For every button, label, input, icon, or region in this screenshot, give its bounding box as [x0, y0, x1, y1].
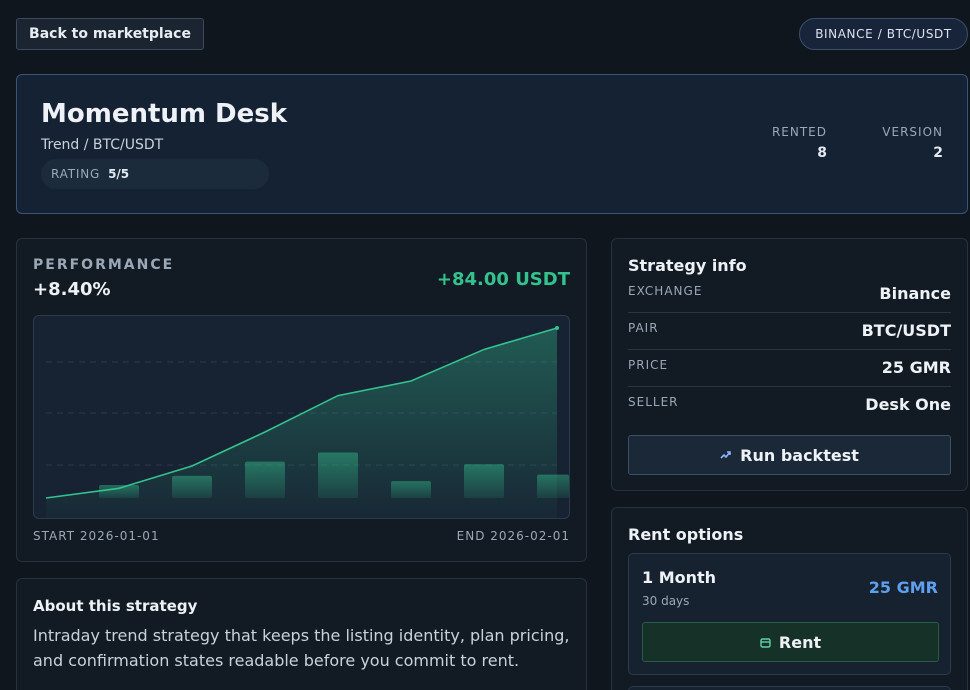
rent-button[interactable]: Rent: [642, 622, 939, 662]
rating-label: RATING: [51, 167, 101, 181]
rented-stat: RENTED 8: [772, 125, 827, 161]
performance-end-date: END 2026-02-01: [456, 529, 570, 543]
performance-label: PERFORMANCE: [33, 257, 175, 273]
version-label: VERSION: [882, 125, 943, 139]
chart-area: [46, 328, 557, 518]
about-text: Intraday trend strategy that keeps the l…: [33, 626, 570, 670]
rented-value: 8: [817, 145, 827, 161]
info-key: EXCHANGE: [628, 284, 703, 298]
info-key: SELLER: [628, 395, 679, 409]
rent-options-title: Rent options: [628, 525, 744, 544]
about-title: About this strategy: [33, 597, 198, 615]
info-row-price: PRICE 25 GMR: [628, 350, 951, 387]
performance-percent: +8.40%: [33, 279, 111, 300]
rent-options-card: Rent options 1 Month 30 days 25 GMR Rent: [611, 507, 968, 690]
rented-label: RENTED: [771, 125, 827, 139]
info-value: Desk One: [865, 395, 951, 414]
info-value: BTC/USDT: [861, 321, 951, 340]
performance-chart: [33, 315, 570, 519]
box-icon: [760, 637, 771, 648]
run-backtest-button[interactable]: Run backtest: [628, 435, 951, 475]
rent-option-duration: 30 days: [642, 594, 690, 608]
version-stat: VERSION 2: [882, 125, 943, 161]
info-row-seller: SELLER Desk One: [628, 387, 951, 424]
strategy-header: Momentum Desk Trend / BTC/USDT RATING 5/…: [16, 74, 968, 214]
performance-start-date: START 2026-01-01: [33, 529, 160, 543]
rent-option: [628, 686, 951, 690]
rent-option: 1 Month 30 days 25 GMR Rent: [628, 553, 951, 675]
strategy-info-title: Strategy info: [628, 256, 747, 275]
rent-button-label: Rent: [778, 632, 822, 652]
rent-option-name: 1 Month: [642, 568, 717, 587]
rent-option-price: 25 GMR: [868, 578, 938, 597]
chart-end-point: [555, 326, 559, 330]
info-value: Binance: [879, 284, 951, 303]
run-backtest-label: Run backtest: [740, 445, 859, 465]
performance-chart-svg: [45, 326, 569, 518]
performance-profit: +84.00 USDT: [436, 269, 570, 290]
info-value: 25 GMR: [881, 358, 951, 377]
back-to-marketplace-button[interactable]: Back to marketplace: [16, 18, 204, 50]
performance-card: PERFORMANCE +8.40% +84.00 USDT START 202…: [16, 238, 587, 562]
about-card: About this strategy Intraday trend strat…: [16, 578, 587, 690]
trend-icon: [720, 451, 731, 459]
info-row-exchange: EXCHANGE Binance: [628, 276, 951, 313]
exchange-pair-badge: BINANCE / BTC/USDT: [799, 18, 968, 50]
version-value: 2: [933, 145, 943, 161]
rating-badge: RATING 5/5: [41, 159, 269, 189]
info-row-pair: PAIR BTC/USDT: [628, 313, 951, 350]
strategy-subtitle: Trend / BTC/USDT: [41, 137, 164, 153]
strategy-title: Momentum Desk: [41, 99, 288, 129]
info-key: PRICE: [628, 358, 669, 372]
strategy-info-card: Strategy info EXCHANGE Binance PAIR BTC/…: [611, 238, 968, 491]
rating-value: 5/5: [108, 167, 130, 181]
info-key: PAIR: [628, 321, 659, 335]
